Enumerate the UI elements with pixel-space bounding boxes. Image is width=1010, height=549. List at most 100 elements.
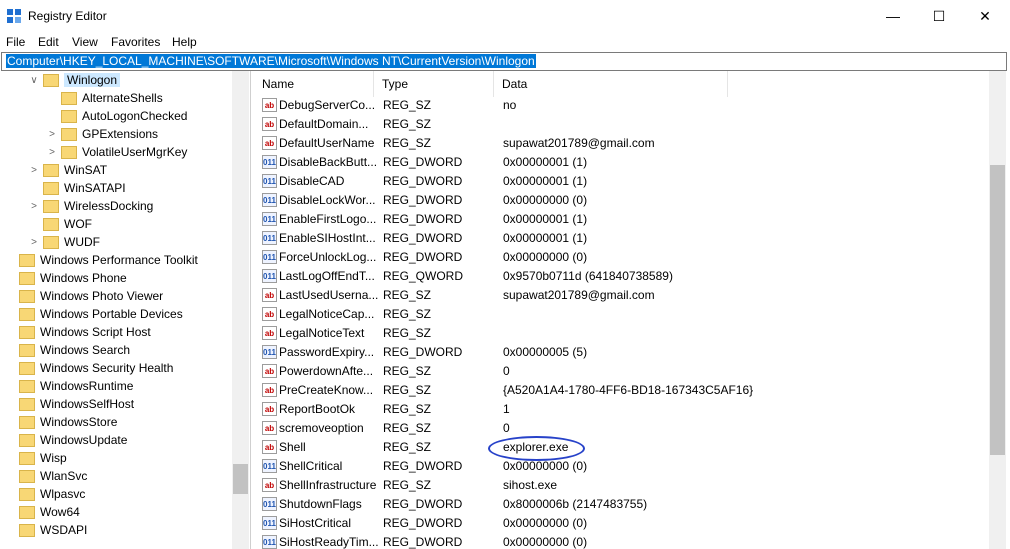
tree-item[interactable]: Windows Script Host (4, 323, 151, 341)
menu-file[interactable]: File (6, 35, 25, 49)
value-row[interactable]: ab LegalNoticeCap... REG_SZ (254, 305, 989, 324)
value-row[interactable]: 011 DisableCAD REG_DWORD 0x00000001 (1) (254, 172, 989, 191)
string-value-icon: ab (262, 402, 277, 416)
folder-icon (43, 73, 59, 87)
folder-icon (19, 433, 35, 447)
folder-icon (19, 253, 35, 267)
chevron-right-icon[interactable]: > (46, 147, 58, 158)
tree-item[interactable]: AlternateShells (46, 89, 163, 107)
tree-item[interactable]: Windows Portable Devices (4, 305, 183, 323)
value-row[interactable]: 011 LastLogOffEndT... REG_QWORD 0x9570b0711… (254, 267, 989, 286)
maximize-button[interactable]: ☐ (916, 0, 962, 32)
column-header-name[interactable]: Name (254, 71, 374, 97)
tree-item-label: WinSAT (64, 163, 108, 177)
tree-scrollbar-thumb[interactable] (233, 464, 248, 494)
value-row[interactable]: 011 ShellCritical REG_DWORD 0x00000000 (0) (254, 457, 989, 476)
chevron-right-icon[interactable]: > (46, 129, 58, 140)
values-scrollbar-thumb[interactable] (990, 165, 1005, 455)
folder-icon (61, 145, 77, 159)
value-data: 0x00000001 (1) (503, 231, 588, 245)
chevron-right-icon[interactable]: > (28, 201, 40, 212)
tree-item[interactable]: WinSATAPI (28, 179, 126, 197)
value-name: DefaultUserName (279, 136, 375, 150)
value-row[interactable]: 011 ShutdownFlags REG_DWORD 0x8000006b (214… (254, 495, 989, 514)
tree-item[interactable]: Windows Performance Toolkit (4, 251, 198, 269)
tree-item[interactable]: AutoLogonChecked (46, 107, 187, 125)
tree-item[interactable]: Windows Phone (4, 269, 127, 287)
string-value-icon: ab (262, 421, 277, 435)
tree-item[interactable]: > WinSAT (28, 161, 107, 179)
value-row[interactable]: 011 SiHostCritical REG_DWORD 0x00000000 (0) (254, 514, 989, 533)
value-type: REG_SZ (383, 136, 432, 150)
chevron-right-icon[interactable]: > (28, 165, 40, 176)
registry-editor-icon (7, 9, 21, 23)
value-data: 0x00000000 (0) (503, 535, 588, 549)
chevron-down-icon[interactable]: ∨ (28, 75, 40, 86)
value-data: 0x00000000 (0) (503, 250, 588, 264)
value-row[interactable]: ab PreCreateKnow... REG_SZ {A520A1A4-1780-4… (254, 381, 989, 400)
value-data: 0x00000000 (0) (503, 459, 588, 473)
folder-icon (19, 523, 35, 537)
value-row[interactable]: 011 ForceUnlockLog... REG_DWORD 0x00000000 … (254, 248, 989, 267)
value-row[interactable]: ab DebugServerCo... REG_SZ no (254, 96, 989, 115)
column-header-type[interactable]: Type (374, 71, 494, 97)
tree-item[interactable]: Wow64 (4, 503, 80, 521)
menu-help[interactable]: Help (172, 35, 197, 49)
value-row[interactable]: ab DefaultUserName REG_SZ supawat201789@gma… (254, 134, 989, 153)
minimize-button[interactable]: — (870, 0, 916, 32)
value-row[interactable]: 011 EnableFirstLogo... REG_DWORD 0x00000001… (254, 210, 989, 229)
value-row[interactable]: 011 DisableBackButt... REG_DWORD 0x00000001… (254, 153, 989, 172)
tree-item[interactable]: Windows Photo Viewer (4, 287, 163, 305)
tree-item[interactable]: WindowsStore (4, 413, 117, 431)
value-name: EnableFirstLogo... (279, 212, 377, 226)
value-row[interactable]: 011 SiHostReadyTim... REG_DWORD 0x00000000 … (254, 533, 989, 549)
value-row[interactable]: 011 EnableSIHostInt... REG_DWORD 0x00000001… (254, 229, 989, 248)
value-type: REG_SZ (383, 383, 432, 397)
tree-item[interactable]: Wisp (4, 449, 67, 467)
value-data: 0x00000000 (0) (503, 193, 588, 207)
value-row[interactable]: ab Shell REG_SZ explorer.exe (254, 438, 989, 457)
close-button[interactable]: ✕ (962, 0, 1008, 32)
tree-item[interactable]: > WUDF (28, 233, 100, 251)
value-row[interactable]: ab LegalNoticeText REG_SZ (254, 324, 989, 343)
value-row[interactable]: ab scremoveoption REG_SZ 0 (254, 419, 989, 438)
value-row[interactable]: ab ReportBootOk REG_SZ 1 (254, 400, 989, 419)
value-row[interactable]: ab DefaultDomain... REG_SZ (254, 115, 989, 134)
tree-item[interactable]: > GPExtensions (46, 125, 158, 143)
address-bar[interactable]: Computer\HKEY_LOCAL_MACHINE\SOFTWARE\Mic… (1, 52, 1007, 71)
value-row[interactable]: ab ShellInfrastructure REG_SZ sihost.exe (254, 476, 989, 495)
tree-item[interactable]: WOF (28, 215, 92, 233)
value-type: REG_SZ (383, 117, 432, 131)
value-name: ReportBootOk (279, 402, 356, 416)
tree-item[interactable]: WlanSvc (4, 467, 87, 485)
tree-item[interactable]: WSDAPI (4, 521, 87, 539)
value-name: EnableSIHostInt... (279, 231, 376, 245)
tree-item[interactable]: Windows Search (4, 341, 130, 359)
chevron-right-icon[interactable]: > (28, 237, 40, 248)
tree-item[interactable]: > VolatileUserMgrKey (46, 143, 187, 161)
tree-item[interactable]: Wlpasvc (4, 485, 85, 503)
value-type: REG_DWORD (383, 174, 463, 188)
value-type: REG_SZ (383, 98, 432, 112)
value-row[interactable]: ab PowerdownAfte... REG_SZ 0 (254, 362, 989, 381)
folder-icon (19, 343, 35, 357)
tree-item[interactable]: ∨ Winlogon (28, 71, 121, 89)
menu-favorites[interactable]: Favorites (111, 35, 160, 49)
column-header-data[interactable]: Data (494, 71, 728, 97)
tree-item[interactable]: WindowsUpdate (4, 431, 127, 449)
address-path[interactable]: Computer\HKEY_LOCAL_MACHINE\SOFTWARE\Mic… (6, 54, 536, 68)
folder-icon (19, 361, 35, 375)
menu-view[interactable]: View (72, 35, 98, 49)
value-name: ShutdownFlags (279, 497, 362, 511)
tree-item[interactable]: WindowsRuntime (4, 377, 133, 395)
value-row[interactable]: ab LastUsedUserna... REG_SZ supawat201789@g… (254, 286, 989, 305)
tree-item[interactable]: WindowsSelfHost (4, 395, 134, 413)
menu-edit[interactable]: Edit (38, 35, 59, 49)
value-name: SiHostCritical (279, 516, 352, 530)
value-row[interactable]: 011 DisableLockWor... REG_DWORD 0x00000000 … (254, 191, 989, 210)
tree-item[interactable]: > WirelessDocking (28, 197, 153, 215)
value-type: REG_DWORD (383, 231, 463, 245)
tree-item[interactable]: Windows Security Health (4, 359, 173, 377)
string-value-icon: ab (262, 117, 277, 131)
value-row[interactable]: 011 PasswordExpiry... REG_DWORD 0x00000005 … (254, 343, 989, 362)
